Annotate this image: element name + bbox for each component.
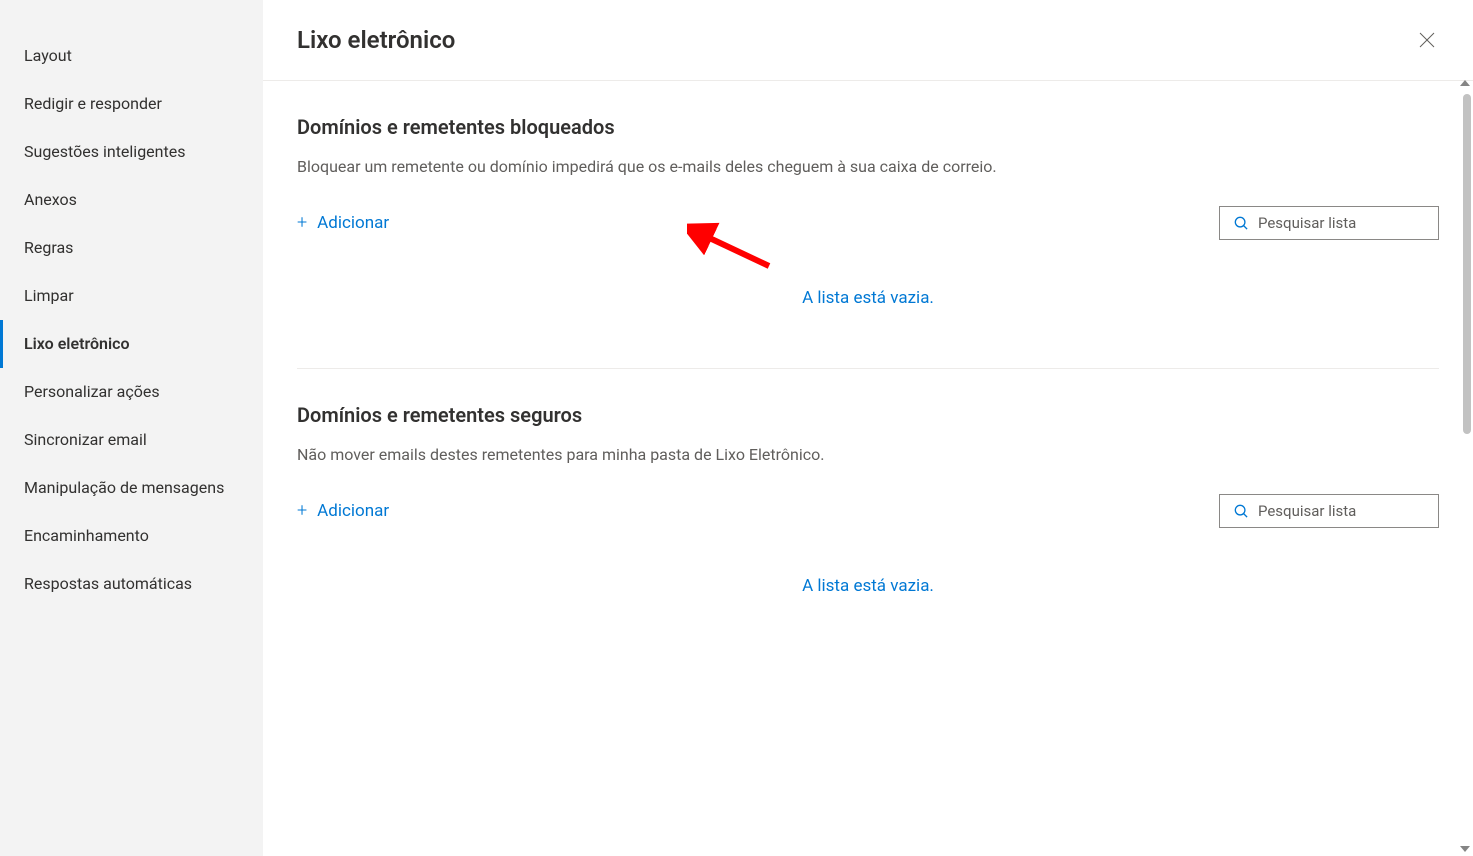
safe-search-input[interactable]	[1258, 502, 1424, 520]
sidebar-item-junk-email[interactable]: Lixo eletrônico	[0, 320, 263, 368]
add-blocked-button[interactable]: + Adicionar	[297, 213, 389, 233]
search-icon	[1234, 503, 1248, 519]
sidebar-item-attachments[interactable]: Anexos	[0, 176, 263, 224]
safe-section-title: Domínios e remetentes seguros	[297, 403, 1439, 427]
scroll-up-icon	[1460, 80, 1470, 86]
safe-section-actions: + Adicionar	[297, 494, 1439, 528]
sidebar-item-sweep[interactable]: Limpar	[0, 272, 263, 320]
search-icon	[1234, 215, 1248, 231]
blocked-empty-message: A lista está vazia.	[297, 270, 1439, 308]
sidebar-item-smart-suggestions[interactable]: Sugestões inteligentes	[0, 128, 263, 176]
plus-icon: +	[297, 214, 307, 232]
sidebar-item-automatic-replies[interactable]: Respostas automáticas	[0, 560, 263, 608]
safe-section-description: Não mover emails destes remetentes para …	[297, 445, 1439, 464]
blocked-senders-section: Domínios e remetentes bloqueados Bloquea…	[297, 81, 1439, 368]
safe-search-box[interactable]	[1219, 494, 1439, 528]
close-icon	[1419, 32, 1435, 48]
sidebar-item-compose-reply[interactable]: Redigir e responder	[0, 80, 263, 128]
sidebar-item-message-handling[interactable]: Manipulação de mensagens	[0, 464, 263, 512]
sidebar-item-layout[interactable]: Layout	[0, 32, 263, 80]
sidebar-item-sync-email[interactable]: Sincronizar email	[0, 416, 263, 464]
blocked-section-title: Domínios e remetentes bloqueados	[297, 115, 1439, 139]
sidebar-item-customize-actions[interactable]: Personalizar ações	[0, 368, 263, 416]
blocked-search-input[interactable]	[1258, 214, 1424, 232]
safe-empty-message: A lista está vazia.	[297, 558, 1439, 596]
blocked-section-actions: + Adicionar	[297, 206, 1439, 240]
sidebar-item-rules[interactable]: Regras	[0, 224, 263, 272]
page-title: Lixo eletrônico	[297, 26, 455, 54]
add-safe-label: Adicionar	[317, 501, 389, 521]
main-panel: Lixo eletrônico Domínios e remetentes bl…	[263, 0, 1473, 856]
scrollbar[interactable]	[1457, 88, 1473, 856]
scroll-thumb[interactable]	[1463, 94, 1471, 434]
blocked-search-box[interactable]	[1219, 206, 1439, 240]
close-button[interactable]	[1411, 24, 1443, 56]
settings-sidebar: Layout Redigir e responder Sugestões int…	[0, 0, 263, 856]
sidebar-item-forwarding[interactable]: Encaminhamento	[0, 512, 263, 560]
panel-content: Domínios e remetentes bloqueados Bloquea…	[263, 81, 1473, 856]
blocked-section-description: Bloquear um remetente ou domínio impedir…	[297, 157, 1439, 176]
add-safe-button[interactable]: + Adicionar	[297, 501, 389, 521]
panel-header: Lixo eletrônico	[263, 0, 1473, 81]
safe-senders-section: Domínios e remetentes seguros Não mover …	[297, 368, 1439, 656]
add-blocked-label: Adicionar	[317, 213, 389, 233]
scroll-down-icon	[1460, 846, 1470, 852]
plus-icon: +	[297, 502, 307, 520]
